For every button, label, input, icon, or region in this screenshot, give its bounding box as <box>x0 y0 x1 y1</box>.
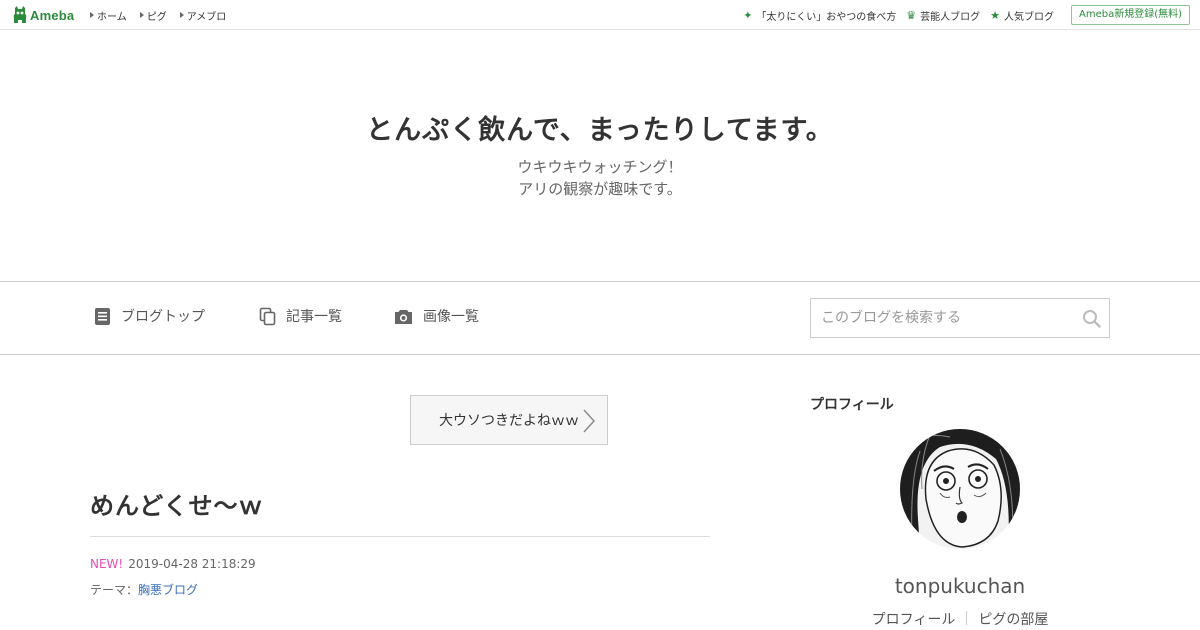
entry-date: 2019-04-28 21:18:29 <box>128 557 256 571</box>
nav-celebrity-blog-link[interactable]: ♛ 芸能人ブログ <box>906 8 980 23</box>
prev-entry-label: 大ウソつきだよねｗｗ <box>439 413 579 429</box>
nav-featured-link[interactable]: ✦ 「太りにくい」おやつの食べ方 <box>743 8 896 23</box>
nav-pigg-link[interactable]: ピグ <box>139 8 167 23</box>
profile-heading: プロフィール <box>810 397 894 413</box>
global-nav-right: ✦ 「太りにくい」おやつの食べ方 ♛ 芸能人ブログ ★ 人気ブログ Ameba新規登録… <box>733 0 1190 30</box>
nav-label: 芸能人ブログ <box>920 11 981 23</box>
chevron-right-icon <box>583 409 595 433</box>
image-list-label: 画像一覧 <box>423 309 479 325</box>
camera-icon <box>395 309 412 324</box>
copy-icon <box>259 307 276 325</box>
logo-text: Ameba <box>30 7 75 23</box>
blog-top-label: ブログトップ <box>121 309 205 325</box>
prev-entry-button[interactable]: 大ウソつきだよねｗｗ <box>410 395 608 445</box>
image-list-link[interactable]: 画像一覧 <box>394 306 479 326</box>
entry-theme: テーマ：胸悪ブログ <box>90 581 198 598</box>
blog-description: ウキウキウォッチング！ アリの観察が趣味です。 <box>0 156 1200 200</box>
divider <box>90 536 710 537</box>
nav-popular-blog-link[interactable]: ★ 人気ブログ <box>990 8 1054 23</box>
document-icon <box>95 307 110 325</box>
crown-icon: ♛ <box>906 8 917 22</box>
triangle-right-icon <box>139 12 144 18</box>
theme-prefix: テーマ： <box>90 583 139 597</box>
avatar-image <box>900 429 1020 549</box>
nav-label: ホーム <box>97 11 127 23</box>
entry-title[interactable]: めんどくせ～ｗ <box>90 486 264 521</box>
nav-ameblo-link[interactable]: アメブロ <box>179 8 227 23</box>
pigg-room-link[interactable]: ピグの部屋 <box>967 609 1059 629</box>
new-badge: NEW! <box>90 557 124 571</box>
nav-label: アメブロ <box>186 11 227 23</box>
triangle-right-icon <box>179 12 184 18</box>
blog-nav: ブログトップ 記事一覧 画像一覧 <box>0 281 1200 355</box>
username[interactable]: tonpukuchan <box>810 574 1110 598</box>
ameba-logo[interactable]: Ameba <box>13 5 74 25</box>
profile-link[interactable]: プロフィール <box>861 609 967 629</box>
global-nav-left: ホーム ピグ アメブロ <box>90 0 239 30</box>
entry-list-link[interactable]: 記事一覧 <box>259 306 342 326</box>
nav-label: 人気ブログ <box>1003 11 1054 23</box>
description-line: ウキウキウォッチング！ <box>517 158 683 176</box>
blog-title[interactable]: とんぷく飲んで、まったりしてます。 <box>0 108 1200 147</box>
star-icon: ★ <box>990 8 1000 22</box>
entry-meta: NEW! 2019-04-28 21:18:29 <box>90 557 256 571</box>
blog-search <box>810 298 1110 338</box>
search-icon[interactable] <box>1082 309 1101 328</box>
signup-button[interactable]: Ameba新規登録(無料) <box>1070 5 1190 25</box>
nav-home-link[interactable]: ホーム <box>90 8 127 23</box>
global-header: Ameba ホーム ピグ アメブロ ✦ 「太りにくい」おやつの食べ方 ♛ 芸能人ブロ… <box>0 0 1200 30</box>
search-input[interactable] <box>811 299 1071 337</box>
theme-link[interactable]: 胸悪ブログ <box>138 583 198 597</box>
profile-links: プロフィール ピグの部屋 <box>810 609 1110 629</box>
triangle-right-icon <box>90 12 94 18</box>
avatar[interactable] <box>900 429 1020 549</box>
nav-label: 「太りにくい」おやつの食べ方 <box>756 11 897 23</box>
blog-top-link[interactable]: ブログトップ <box>94 306 205 326</box>
ameba-mascot-icon <box>13 6 27 23</box>
entry-list-label: 記事一覧 <box>286 309 342 325</box>
nav-label: ピグ <box>146 11 167 23</box>
sparkle-icon: ✦ <box>743 8 753 22</box>
description-line: アリの観察が趣味です。 <box>518 180 682 198</box>
